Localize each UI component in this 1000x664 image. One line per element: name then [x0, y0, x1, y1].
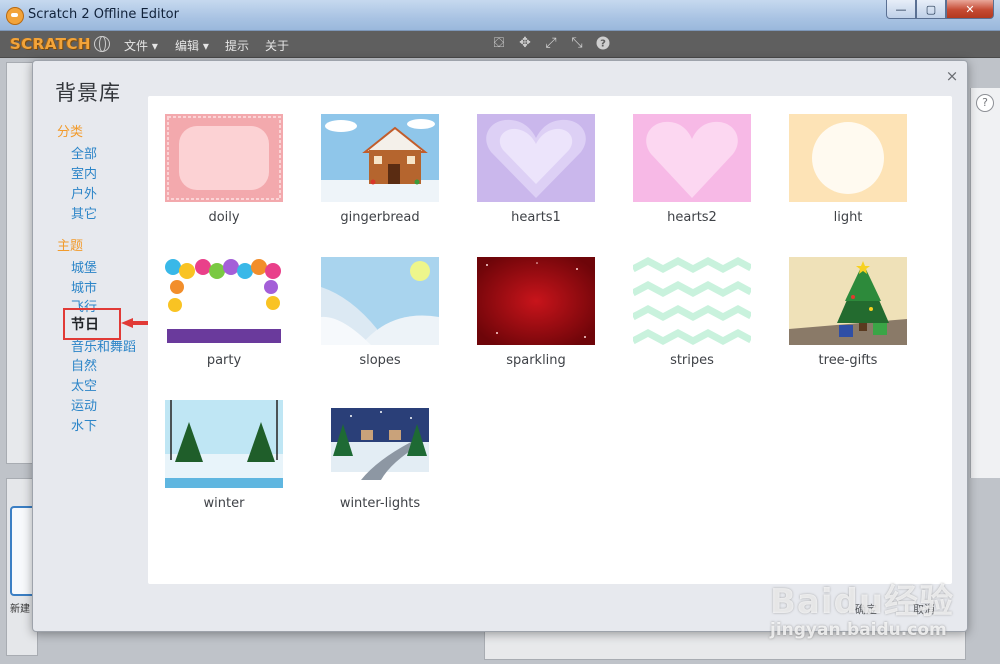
watermark-brand: Baidu经验 [770, 582, 955, 622]
menu-file[interactable]: 文件 ▾ [124, 37, 158, 54]
backdrop-item-gingerbread[interactable]: gingerbread [320, 114, 440, 234]
backdrop-name: doily [208, 210, 240, 225]
slopes-thumbnail [321, 257, 439, 345]
sparkling-thumbnail [477, 257, 595, 345]
category-outdoors[interactable]: 户外 [71, 183, 97, 202]
theme-city[interactable]: 城市 [71, 277, 97, 296]
scratch-menubar: SCRATCH 文件 ▾ 编辑 ▾ 提示 关于 ⛋ ✥ ⤢ ⤡ ? [0, 31, 1000, 58]
window-titlebar: Scratch 2 Offline Editor — ▢ ✕ [0, 0, 1000, 31]
backdrop-name: sparkling [506, 353, 566, 368]
winter-thumbnail [165, 400, 283, 488]
backdrop-name: winter [203, 496, 245, 511]
category-heading: 分类 [57, 125, 84, 140]
shrink-icon[interactable]: ⤡ [570, 36, 584, 50]
backdrop-name: slopes [359, 353, 401, 368]
grow-icon[interactable]: ⤢ [544, 36, 558, 50]
svg-text:?: ? [600, 39, 606, 50]
scripts-panel [970, 88, 1000, 478]
help-icon[interactable]: ? [596, 36, 610, 50]
watermark-url: jingyan.baidu.com [770, 620, 947, 640]
language-globe-icon[interactable] [94, 36, 110, 52]
light-thumbnail [789, 114, 907, 202]
backdrop-item-stripes[interactable]: stripes [632, 257, 752, 377]
backdrop-name: hearts2 [667, 210, 717, 225]
tree-gifts-thumbnail [789, 257, 907, 345]
dialog-close-icon[interactable]: × [945, 67, 959, 85]
backdrop-item-party[interactable]: party [164, 257, 284, 377]
move-icon[interactable]: ✥ [518, 36, 532, 50]
backdrop-library-dialog: 背景库 × 分类 全部 室内 户外 其它 主题 城堡 城市 飞行 节日 音乐和舞… [32, 60, 968, 632]
theme-nature[interactable]: 自然 [71, 355, 97, 374]
dialog-title: 背景库 [55, 81, 121, 105]
backdrop-item-hearts1[interactable]: hearts1 [476, 114, 596, 234]
backdrop-item-tree-gifts[interactable]: tree-gifts [788, 257, 908, 377]
theme-music-dance[interactable]: 音乐和舞蹈 [71, 336, 136, 355]
gingerbread-thumbnail [321, 114, 439, 202]
scripts-help-icon[interactable]: ? [976, 94, 994, 112]
minimize-button[interactable]: — [886, 0, 916, 19]
window-controls: — ▢ ✕ [886, 0, 994, 19]
backdrop-item-doily[interactable]: doily [164, 114, 284, 234]
doily-thumbnail [165, 114, 283, 202]
backdrop-name: winter-lights [339, 496, 421, 511]
hearts1-thumbnail [477, 114, 595, 202]
menu-tips[interactable]: 提示 [225, 37, 249, 54]
close-window-button[interactable]: ✕ [946, 0, 994, 19]
backdrop-name: light [833, 210, 863, 225]
winter-lights-thumbnail [321, 400, 439, 488]
scratch-cat-icon [6, 7, 24, 25]
backdrop-name: hearts1 [511, 210, 561, 225]
theme-castle[interactable]: 城堡 [71, 257, 97, 276]
backdrop-item-winter[interactable]: winter [164, 400, 284, 520]
hearts2-thumbnail [633, 114, 751, 202]
backdrop-item-sparkling[interactable]: sparkling [476, 257, 596, 377]
party-thumbnail [165, 257, 283, 345]
backdrop-name: stripes [670, 353, 714, 368]
theme-space[interactable]: 太空 [71, 375, 97, 394]
backdrop-item-slopes[interactable]: slopes [320, 257, 440, 377]
theme-sports[interactable]: 运动 [71, 395, 97, 414]
scratch-logo[interactable]: SCRATCH [10, 35, 91, 53]
category-other[interactable]: 其它 [71, 203, 97, 222]
backdrop-name: tree-gifts [818, 353, 878, 368]
theme-underwater[interactable]: 水下 [71, 415, 97, 434]
theme-heading: 主题 [57, 239, 84, 254]
stripes-thumbnail [633, 257, 751, 345]
backdrop-item-hearts2[interactable]: hearts2 [632, 114, 752, 234]
new-backdrop-label: 新建 [10, 604, 30, 615]
menu-about[interactable]: 关于 [265, 37, 289, 54]
category-all[interactable]: 全部 [71, 143, 97, 162]
category-indoors[interactable]: 室内 [71, 163, 97, 182]
window-title: Scratch 2 Offline Editor [28, 7, 179, 22]
backdrop-item-light[interactable]: light [788, 114, 908, 234]
backdrop-item-winter-lights[interactable]: winter-lights [320, 400, 440, 520]
backdrop-grid: doily gingerbread hearts1 hearts2 light … [148, 96, 952, 584]
backdrop-name: gingerbread [340, 210, 420, 225]
backdrop-name: party [206, 353, 242, 368]
stamp-icon[interactable]: ⛋ [492, 36, 506, 50]
menu-edit[interactable]: 编辑 ▾ [175, 37, 209, 54]
maximize-button[interactable]: ▢ [916, 0, 946, 19]
theme-holiday[interactable]: 节日 [71, 314, 99, 334]
